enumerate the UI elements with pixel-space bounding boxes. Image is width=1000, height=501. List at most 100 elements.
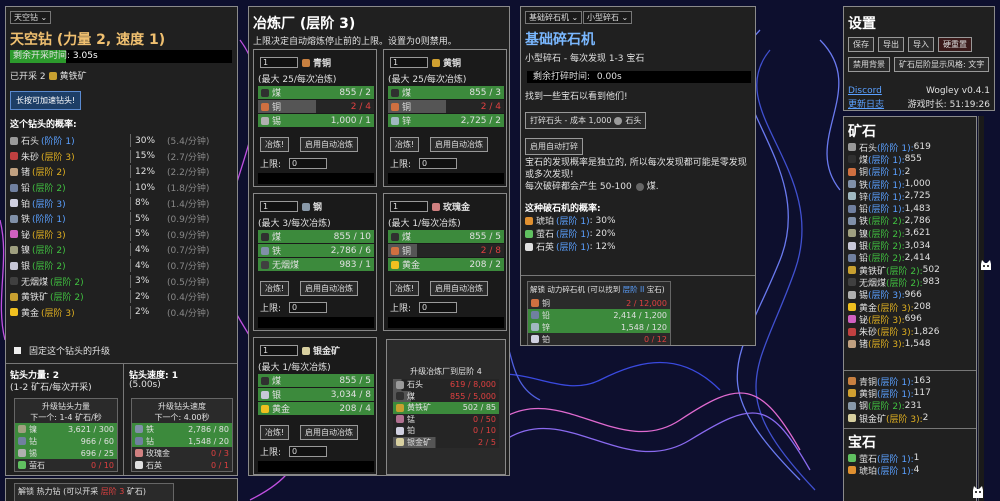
ore-tier: (层阶 3): <box>877 328 914 339</box>
drill-timer-value: 3.05s <box>72 51 98 61</box>
req-name: 钻 <box>146 436 154 446</box>
smelt-qty-input[interactable]: 1 <box>390 201 428 212</box>
auto-smelt-button[interactable]: 启用自动冶炼 <box>430 137 488 152</box>
smelt-limit-input[interactable]: 0 <box>419 302 458 313</box>
ore-count: 1,000 <box>904 179 931 190</box>
drill-select[interactable]: 天空钻 ⌄ <box>10 11 52 24</box>
prob-rate: (0.9/分钟) <box>167 230 210 241</box>
crusher-select[interactable]: 基础碎石机 ⌄ <box>525 11 583 24</box>
drill-prob-row: 黄金 (层阶 3) 2% (0.4/分钟) <box>10 305 235 321</box>
req-icon <box>18 425 26 433</box>
prob-ore-cell: 镍 (层阶 2) <box>10 243 130 256</box>
req-name: 黄铁矿 <box>407 403 431 413</box>
smelt-limit-input[interactable]: 0 <box>419 158 458 169</box>
smelt-button[interactable]: 冶炼! <box>260 425 290 440</box>
prob-separator <box>130 149 131 163</box>
smelt-button[interactable]: 冶炼! <box>260 281 290 296</box>
inventory-row: 银 (层阶 2): 3,034 <box>848 239 976 252</box>
unlock-drill-box[interactable]: 解锁 热力钻 (可以开采 层阶 3 矿石) <box>14 483 174 501</box>
power-upgrade-box[interactable]: 升级钻头力量 下一个: 1-4 矿石/秒 镍 3,621 / 300 钻 966 / … <box>14 398 118 472</box>
ore-icon <box>848 204 856 213</box>
ore-count: 117 <box>913 388 931 399</box>
hard-reset-button[interactable]: 硬重置 <box>938 37 972 52</box>
gem-pct: : 20% <box>589 228 616 239</box>
drill-prob-row: 铂 (层阶 3) 8% (1.4/分钟) <box>10 195 235 211</box>
ingredient-name: 黄金 <box>272 405 291 415</box>
import-button[interactable]: 导入 <box>908 37 934 52</box>
ores-title: 矿石 <box>848 124 876 140</box>
req-icon <box>135 437 143 445</box>
drill-title: 天空钻 (力量 2, 速度 1) <box>10 32 166 48</box>
smelt-qty-input[interactable]: 1 <box>260 57 298 68</box>
auto-smelt-button[interactable]: 启用自动冶炼 <box>300 137 358 152</box>
smelt-limit-input[interactable]: 0 <box>289 158 328 169</box>
play-time: 游戏时长: 51:19:26 <box>908 97 990 110</box>
crush-stone-button[interactable]: 打碎石头 - 成本 1,000 石头 <box>525 112 647 129</box>
requirement-row: 铁 2,786 / 80 <box>132 423 232 435</box>
ore-count: 2 <box>922 413 929 424</box>
smelt-limit-input[interactable]: 0 <box>289 446 328 457</box>
smelt-input-row: 黄金 208 / 4 <box>258 402 374 415</box>
smelt-button[interactable]: 冶炼! <box>390 281 420 296</box>
boost-drill-button[interactable]: 长按可加速钻头! <box>10 91 82 110</box>
lock-upgrade-checkbox[interactable] <box>14 347 21 354</box>
ore-icon <box>10 152 18 161</box>
drill-mined: 已开采 2 黄铁矿 <box>10 69 87 82</box>
smelt-button[interactable]: 冶炼! <box>390 137 420 152</box>
crusher-hint: 找到一些宝石以看到他们! <box>525 92 628 102</box>
stone-size-select[interactable]: 小型碎石 ⌄ <box>583 11 633 24</box>
ore-icon <box>10 136 18 145</box>
gem-name: 琥珀 <box>536 217 555 227</box>
save-button[interactable]: 保存 <box>848 37 874 52</box>
disable-background-button[interactable]: 禁用背景 <box>848 57 890 72</box>
ore-tier: (层阶 3): <box>886 414 923 425</box>
prob-rate: (2.2/分钟) <box>167 168 210 179</box>
ingredient-icon <box>391 88 399 97</box>
ore-name: 黄金 <box>21 308 40 319</box>
inventory-row: 黄铜 (层阶 1): 117 <box>848 387 976 400</box>
ore-name: 黄金 <box>859 303 878 314</box>
changelog-link[interactable]: 更新日志 <box>848 97 884 110</box>
ore-name: 钢 <box>859 402 869 413</box>
smelt-button[interactable]: 冶炼! <box>260 137 290 152</box>
auto-smelt-button[interactable]: 启用自动冶炼 <box>300 281 358 296</box>
smelt-rate: (最大 25/每次冶炼) <box>388 75 467 85</box>
smelt-qty-input[interactable]: 1 <box>260 345 298 356</box>
ore-tier: (层阶 3): <box>868 291 905 302</box>
req-name: 钻 <box>29 436 37 446</box>
req-icon <box>135 449 143 457</box>
speed-upgrade-box[interactable]: 升级钻头速度 下一个: 4.00秒 铁 2,786 / 80 钻 1,548 / 20… <box>131 398 233 472</box>
prob-pct: 30% <box>135 135 156 146</box>
ore-icon <box>10 261 18 270</box>
ore-count: 3,034 <box>904 240 931 251</box>
tier-style-button[interactable]: 矿石层阶显示风格: 文字 <box>894 57 990 72</box>
unlock-drill-tier: 层阶 3 <box>100 487 125 496</box>
auto-smelt-button[interactable]: 启用自动冶炼 <box>300 425 358 440</box>
unlock-crusher-box[interactable]: 解锁 动力碎石机 (可以找到 层阶 II 宝石) 铜 2 / 12,000 铅 2,4… <box>527 281 671 345</box>
ingredient-name: 无烟煤 <box>272 261 300 271</box>
gem-pct: : 30% <box>589 215 616 226</box>
auto-smelt-button[interactable]: 启用自动冶炼 <box>430 281 488 296</box>
gem-name: 萤石 <box>536 230 555 240</box>
smelt-limit-input[interactable]: 0 <box>289 302 328 313</box>
smelt-qty-input[interactable]: 1 <box>390 57 428 68</box>
ingredient-icon <box>391 246 399 255</box>
auto-crush-button[interactable]: 启用自动打碎 <box>525 138 583 155</box>
export-button[interactable]: 导出 <box>878 37 904 52</box>
pyrite-icon <box>48 71 57 80</box>
smelt-rate: (最大 1/每次冶炼) <box>388 219 461 229</box>
ore-icon <box>10 230 18 239</box>
ingredient-icon <box>261 404 269 413</box>
ore-tier: (层阶 1): <box>868 168 905 179</box>
smelter-upgrade-card[interactable]: 升级冶炼厂到层阶 4 石头 619 / 8,000 煤 855 / 5,000 黄铁矿 5… <box>386 339 506 475</box>
discord-link[interactable]: Discord <box>848 86 882 96</box>
ore-icon <box>848 278 856 287</box>
req-value: 0 / 3 <box>211 448 229 458</box>
scrollbar[interactable] <box>978 116 984 501</box>
ore-tier: (层阶 3): <box>868 315 905 326</box>
smelt-limit-row: 上限: 0 <box>260 301 328 314</box>
smelt-qty-input[interactable]: 1 <box>260 201 298 212</box>
smelt-rate: (最大 25/每次冶炼) <box>258 75 337 85</box>
ingredient-name: 铁 <box>272 247 282 257</box>
prob-pct: 2% <box>135 307 150 318</box>
